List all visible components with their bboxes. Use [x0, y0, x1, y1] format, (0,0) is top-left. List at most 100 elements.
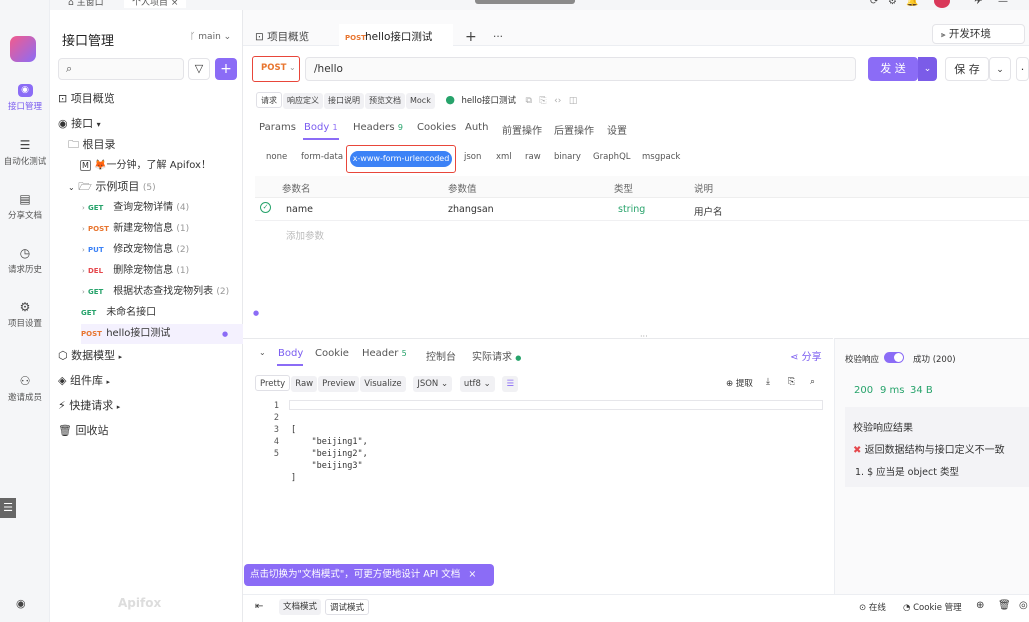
body-type-binary[interactable]: binary: [554, 152, 581, 162]
param-desc-cell[interactable]: 用户名: [694, 204, 723, 218]
collapse-left-icon[interactable]: ⇤: [255, 601, 263, 612]
branch-selector[interactable]: ᚴ main ⌄: [190, 32, 231, 42]
tree-item-models[interactable]: ⬡ 数据模型 ▸: [58, 346, 251, 366]
new-tab-button[interactable]: +: [465, 24, 477, 52]
tab-params[interactable]: Params: [259, 122, 296, 133]
tab-auth[interactable]: Auth: [465, 122, 488, 133]
format-select[interactable]: JSON ⌄: [413, 376, 453, 392]
validate-toggle[interactable]: [884, 352, 904, 363]
body-type-graphql[interactable]: GraphQL: [593, 152, 631, 162]
search-input[interactable]: ⌕: [58, 58, 184, 80]
rail-item-settings[interactable]: ⚙ 项目设置: [0, 300, 50, 329]
body-type-json[interactable]: json: [464, 152, 481, 162]
resp-tab-actual[interactable]: 实际请求 ●: [472, 348, 521, 363]
doc-tab-response-def[interactable]: 响应定义: [283, 93, 323, 109]
tab-hello-api[interactable]: POSThello接口测试: [339, 24, 453, 50]
tree-item-overview[interactable]: ⊡ 项目概览: [58, 89, 251, 109]
encoding-select[interactable]: utf8 ⌄: [459, 376, 495, 392]
resp-tab-body[interactable]: Body: [278, 348, 303, 359]
debug-mode-button[interactable]: 调试模式: [325, 599, 370, 615]
help-icon[interactable]: ◎: [1019, 600, 1028, 611]
body-type-none[interactable]: none: [266, 152, 287, 162]
copy-icon[interactable]: ⎘: [539, 96, 546, 106]
table-row[interactable]: ✓ name zhangsan string 用户名: [255, 199, 1029, 221]
cookie-manager[interactable]: ◔ Cookie 管理: [903, 601, 962, 613]
view-raw[interactable]: Raw: [291, 376, 318, 392]
environment-selector[interactable]: ⫸ 开发环境: [932, 24, 1025, 44]
tab-headers[interactable]: Headers 9: [353, 122, 403, 133]
avatar[interactable]: [934, 0, 950, 8]
code-viewer[interactable]: 12345 [ "beijing1", "beijing2", "beijing…: [255, 400, 823, 590]
tab-settings[interactable]: 设置: [607, 122, 627, 137]
doc-tab-request[interactable]: 请求: [256, 92, 282, 108]
method-selector[interactable]: POST ⌄: [252, 56, 300, 82]
tree-item-hello[interactable]: POST hello接口测试 ●: [81, 324, 243, 344]
tab-body[interactable]: Body 1: [304, 122, 338, 133]
more-icon[interactable]: ·: [1016, 57, 1029, 81]
extract-button[interactable]: ⊕ 提取: [726, 377, 753, 389]
body-type-msgpack[interactable]: msgpack: [642, 152, 680, 162]
bell-icon[interactable]: 🔔: [906, 0, 918, 7]
view-visualize[interactable]: Visualize: [360, 376, 406, 392]
url-input[interactable]: /hello: [305, 57, 856, 81]
tree-item-api-0[interactable]: › GET 查询宠物详情 (4): [82, 198, 275, 218]
pin-icon[interactable]: ✈: [974, 0, 982, 7]
link-icon[interactable]: ⧉: [525, 96, 531, 106]
doc-tab-mock[interactable]: Mock: [406, 93, 435, 109]
rail-item-share-docs[interactable]: ▤ 分享文档: [0, 192, 50, 221]
body-type-raw[interactable]: raw: [525, 152, 541, 162]
send-dropdown-icon[interactable]: ⌄: [918, 57, 937, 81]
resp-tab-console[interactable]: 控制台: [426, 348, 456, 363]
save-dropdown-icon[interactable]: ⌄: [989, 57, 1011, 81]
tree-item-quick[interactable]: ⚡ 快捷请求 ▸: [58, 396, 251, 416]
collapse-panel-icon[interactable]: ☰: [0, 498, 16, 518]
tree-item-api-2[interactable]: › PUT 修改宠物信息 (2): [82, 240, 275, 260]
doc-tab-preview[interactable]: 预览文档: [365, 93, 405, 109]
param-type-cell[interactable]: string: [618, 204, 645, 215]
tab-post-ops[interactable]: 后置操作: [554, 122, 594, 137]
minimize-icon[interactable]: —: [998, 0, 1008, 7]
body-type-urlencoded[interactable]: x-www-form-urlencoded: [350, 151, 452, 167]
tree-item-components[interactable]: ◈ 组件库 ▸: [58, 371, 251, 391]
checkbox-checked-icon[interactable]: ✓: [260, 202, 271, 213]
add-button[interactable]: +: [215, 58, 237, 80]
view-preview[interactable]: Preview: [318, 376, 360, 392]
layout-icon[interactable]: ◫: [569, 96, 578, 106]
tab-project[interactable]: 个人项目 ×: [124, 0, 187, 8]
online-status[interactable]: ⊙ 在线: [859, 601, 886, 613]
settings-icon[interactable]: ⊕: [976, 600, 984, 611]
wrap-icon[interactable]: ☰: [502, 376, 519, 392]
tree-item-api-1[interactable]: › POST 新建宠物信息 (1): [82, 219, 275, 239]
code-icon[interactable]: ‹›: [554, 96, 561, 106]
tab-home[interactable]: ⌂ 主窗口: [68, 0, 104, 8]
save-button[interactable]: 保 存: [945, 57, 989, 81]
more-tabs-icon[interactable]: ···: [493, 24, 503, 52]
refresh-icon[interactable]: ⟳: [870, 0, 878, 7]
close-icon[interactable]: ×: [171, 0, 179, 8]
rail-item-invite[interactable]: ⚇ 邀请成员: [0, 374, 50, 403]
doc-tab-description[interactable]: 接口说明: [324, 93, 364, 109]
tab-overview[interactable]: ⊡ 项目概览: [255, 24, 309, 52]
copy-icon[interactable]: ⎘: [788, 377, 795, 387]
body-type-form-data[interactable]: form-data: [301, 152, 343, 162]
close-icon[interactable]: ×: [468, 569, 476, 580]
add-param-placeholder[interactable]: 添加参数: [286, 228, 324, 242]
share-button[interactable]: ⋖ 分享: [790, 348, 822, 363]
gear-icon[interactable]: ⚙: [888, 0, 897, 7]
tree-item-example[interactable]: ⌄ 🗁 示例项目 (5): [68, 177, 261, 197]
rail-item-api-management[interactable]: ◉ 接口管理: [0, 84, 50, 112]
tree-item-api-3[interactable]: › DEL 删除宠物信息 (1): [82, 261, 275, 281]
tree-item-api-4[interactable]: › GET 根据状态查找宠物列表 (2): [82, 282, 275, 302]
param-name-cell[interactable]: name: [286, 204, 313, 215]
tree-item-api[interactable]: ◉ 接口 ▾: [58, 114, 251, 134]
tab-pre-ops[interactable]: 前置操作: [502, 122, 542, 137]
resp-tab-cookie[interactable]: Cookie: [315, 348, 349, 359]
mode-switch-toast[interactable]: 点击切换为"文档模式"，可更方便地设计 API 文档 ×: [244, 564, 494, 586]
rail-item-history[interactable]: ◷ 请求历史: [0, 246, 50, 275]
resp-tab-header[interactable]: Header 5: [362, 348, 407, 359]
filter-button[interactable]: ▽: [188, 58, 210, 80]
download-icon[interactable]: ⤓: [766, 377, 770, 387]
rail-item-automation[interactable]: ☰ 自动化测试: [0, 138, 50, 167]
help-icon[interactable]: ◉: [16, 597, 26, 610]
trash-icon[interactable]: 🗑: [998, 600, 1011, 611]
